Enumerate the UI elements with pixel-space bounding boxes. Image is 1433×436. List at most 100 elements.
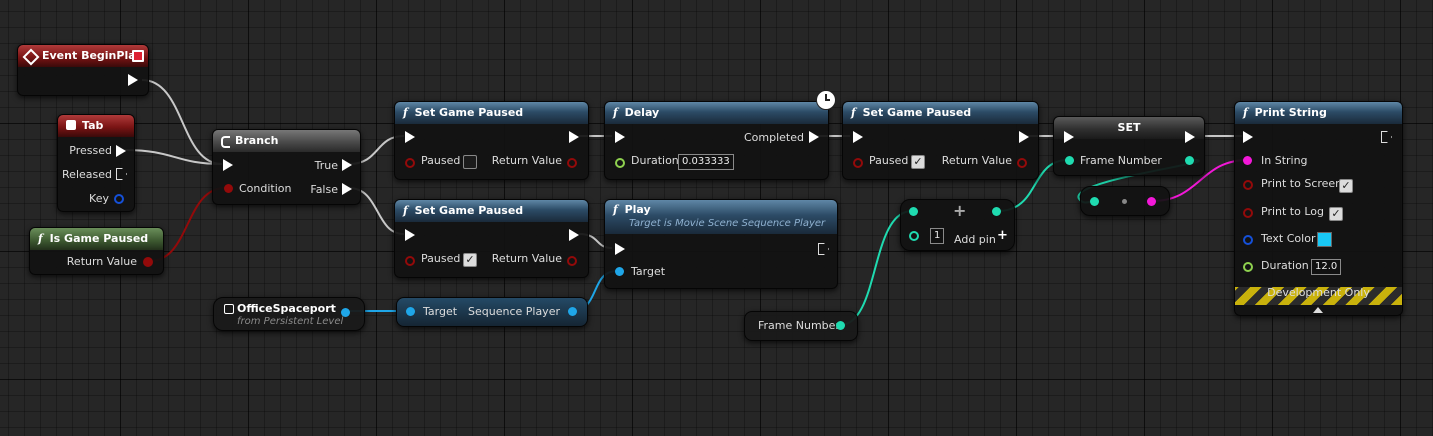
released-exec-pin[interactable] xyxy=(116,168,127,180)
tab-key-event-node[interactable]: Tab Pressed Released Key xyxy=(57,114,135,212)
conversion-out-pin[interactable] xyxy=(1147,197,1156,206)
paused-checkbox[interactable]: ✓ xyxy=(911,155,925,169)
frame-number-pin[interactable] xyxy=(836,321,845,330)
plus-icon[interactable]: + xyxy=(997,228,1008,243)
sequence-player-pin[interactable] xyxy=(568,307,577,316)
branch-node[interactable]: Branch True Condition False xyxy=(212,129,361,205)
false-label: False xyxy=(310,183,338,196)
key-pin[interactable] xyxy=(114,194,124,204)
set-game-paused-node-3[interactable]: f Set Game Paused Paused ✓ Return Value xyxy=(842,101,1039,180)
exec-in-pin[interactable] xyxy=(405,131,415,143)
node-header: Tab xyxy=(58,115,134,137)
set-game-paused-node-2[interactable]: f Set Game Paused Paused ✓ Return Value xyxy=(394,199,589,278)
exec-in-pin[interactable] xyxy=(1064,131,1074,143)
function-f-icon: f xyxy=(1243,106,1248,119)
exec-out-pin[interactable] xyxy=(1019,131,1029,143)
target-pin[interactable] xyxy=(615,267,624,276)
duration-label: Duration xyxy=(631,154,679,167)
return-value-label: Return Value xyxy=(491,252,562,265)
paused-pin[interactable] xyxy=(853,158,863,168)
node-header: f Is Game Paused xyxy=(30,228,163,250)
plus-icon: + xyxy=(953,201,967,220)
function-f-icon: f xyxy=(613,106,618,119)
delay-node[interactable]: f Delay Completed Duration 0.033333 xyxy=(604,90,836,180)
exec-in-pin[interactable] xyxy=(405,229,415,241)
actor-reference-icon xyxy=(224,304,234,314)
frame-number-out-pin[interactable] xyxy=(1185,156,1194,165)
exec-in-pin[interactable] xyxy=(1243,131,1253,143)
conversion-in-pin[interactable] xyxy=(1090,197,1099,206)
exec-out-pin[interactable] xyxy=(1185,131,1195,143)
exec-out-pin[interactable] xyxy=(1381,131,1392,143)
return-value-pin[interactable] xyxy=(143,257,153,267)
frame-number-getter-node[interactable]: Frame Number xyxy=(744,311,858,341)
input-b-pin[interactable] xyxy=(909,231,919,241)
delegate-pin[interactable] xyxy=(132,50,144,62)
input-b-value[interactable]: 1 xyxy=(930,228,944,244)
return-value-pin[interactable] xyxy=(567,256,577,266)
paused-label: Paused xyxy=(869,154,909,167)
frame-number-in-pin[interactable] xyxy=(1065,156,1074,165)
reference-title: OfficeSpaceport xyxy=(237,302,336,315)
object-out-pin[interactable] xyxy=(341,308,350,317)
false-exec-pin[interactable] xyxy=(342,183,352,195)
set-variable-node[interactable]: SET Frame Number xyxy=(1053,116,1205,176)
print-to-log-pin[interactable] xyxy=(1243,208,1253,218)
completed-exec-pin[interactable] xyxy=(809,131,819,143)
input-a-pin[interactable] xyxy=(909,207,918,216)
officespaceport-reference-node[interactable]: OfficeSpaceport from Persistent Level xyxy=(213,297,365,331)
true-exec-pin[interactable] xyxy=(342,159,352,171)
paused-checkbox[interactable]: ✓ xyxy=(463,253,477,267)
event-beginplay-node[interactable]: Event BeginPlay xyxy=(17,44,149,96)
exec-in-pin[interactable] xyxy=(223,159,233,171)
return-value-label: Return Value xyxy=(941,154,1012,167)
paused-pin[interactable] xyxy=(405,158,415,168)
sequence-player-label: Sequence Player xyxy=(468,305,560,318)
is-game-paused-node[interactable]: f Is Game Paused Return Value xyxy=(29,227,164,275)
add-node[interactable]: + 1 Add pin + xyxy=(900,199,1015,251)
condition-pin[interactable] xyxy=(224,184,233,193)
duration-pin[interactable] xyxy=(1243,262,1253,272)
function-f-icon: f xyxy=(403,106,408,119)
set-game-paused-node-1[interactable]: f Set Game Paused Paused Return Value xyxy=(394,101,589,180)
text-color-label: Text Color xyxy=(1261,232,1316,245)
int-to-string-conversion-node[interactable] xyxy=(1080,186,1170,216)
expand-arrow-icon[interactable] xyxy=(1313,307,1323,313)
play-node[interactable]: f Play Target is Movie Scene Sequence Pl… xyxy=(604,199,838,289)
exec-in-pin[interactable] xyxy=(853,131,863,143)
target-label: Target xyxy=(423,305,458,318)
exec-out-pin[interactable] xyxy=(569,229,579,241)
duration-pin[interactable] xyxy=(615,158,625,168)
result-pin[interactable] xyxy=(992,207,1001,216)
return-value-pin[interactable] xyxy=(1017,158,1027,168)
frame-number-label: Frame Number xyxy=(758,319,840,332)
exec-out-pin[interactable] xyxy=(818,243,829,255)
node-header: f Delay xyxy=(605,102,828,124)
in-string-pin[interactable] xyxy=(1243,156,1252,165)
print-to-screen-checkbox[interactable]: ✓ xyxy=(1339,179,1353,193)
pressed-exec-pin[interactable] xyxy=(116,145,126,157)
target-pin[interactable] xyxy=(406,307,415,316)
completed-label: Completed xyxy=(744,131,804,144)
exec-out-pin[interactable] xyxy=(569,131,579,143)
exec-in-pin[interactable] xyxy=(615,131,625,143)
text-color-pin[interactable] xyxy=(1243,235,1253,245)
print-string-node[interactable]: f Print String In String Print to Screen… xyxy=(1234,101,1403,316)
frame-number-label: Frame Number xyxy=(1080,154,1162,167)
return-value-pin[interactable] xyxy=(567,158,577,168)
paused-pin[interactable] xyxy=(405,256,415,266)
print-to-screen-pin[interactable] xyxy=(1243,180,1253,190)
keyboard-key-icon xyxy=(66,120,76,130)
node-title: Print String xyxy=(1254,106,1327,119)
node-title: Tab xyxy=(82,119,104,132)
duration-input[interactable]: 12.0 xyxy=(1311,259,1342,275)
paused-checkbox[interactable] xyxy=(463,155,477,169)
add-pin-label[interactable]: Add pin xyxy=(954,233,996,246)
sequence-player-getter-node[interactable]: Target Sequence Player xyxy=(396,297,588,327)
text-color-swatch[interactable] xyxy=(1317,232,1332,247)
exec-out-pin[interactable] xyxy=(128,74,138,86)
duration-input[interactable]: 0.033333 xyxy=(678,154,734,170)
print-to-log-checkbox[interactable]: ✓ xyxy=(1329,207,1343,221)
exec-in-pin[interactable] xyxy=(615,243,625,255)
node-title: Branch xyxy=(235,134,279,147)
